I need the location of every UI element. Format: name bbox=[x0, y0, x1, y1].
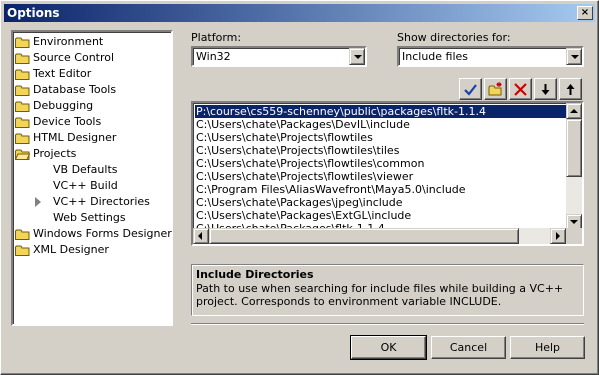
scroll-left-button[interactable] bbox=[193, 228, 209, 244]
scroll-corner bbox=[566, 228, 582, 244]
directory-row[interactable]: C:\Program Files\AliasWavefront\Maya5.0\… bbox=[195, 183, 466, 196]
separator bbox=[191, 323, 584, 325]
show-directories-value: Include files bbox=[402, 50, 469, 63]
platform-select[interactable]: Win32 bbox=[191, 46, 367, 67]
tree-item-label: Debugging bbox=[33, 99, 94, 112]
tree-item-label: Device Tools bbox=[33, 115, 102, 128]
tree-item-label: VC++ Build bbox=[53, 179, 118, 192]
directory-row[interactable]: C:\Users\chate\Packages\jpeg\include bbox=[195, 196, 403, 209]
tree-item[interactable]: Environment bbox=[13, 34, 171, 50]
tree-item-label: Database Tools bbox=[33, 83, 117, 96]
delete-button[interactable] bbox=[509, 78, 532, 100]
move-up-icon bbox=[566, 84, 575, 95]
show-directories-label: Show directories for: bbox=[397, 31, 511, 44]
tree-item[interactable]: Device Tools bbox=[13, 114, 171, 130]
folder-icon bbox=[15, 101, 30, 112]
cancel-button[interactable]: Cancel bbox=[431, 336, 506, 359]
scroll-thumb[interactable] bbox=[566, 119, 582, 177]
new-folder-icon bbox=[488, 82, 502, 96]
tree-item-label: Text Editor bbox=[33, 67, 92, 80]
new-line-button[interactable] bbox=[484, 78, 507, 100]
directory-row[interactable]: C:\Users\chate\Projects\flowtiles\viewer bbox=[195, 170, 413, 183]
tree-item[interactable]: Projects bbox=[13, 146, 171, 162]
delete-icon bbox=[514, 83, 527, 96]
tree-item-label: Source Control bbox=[33, 51, 115, 64]
help-button[interactable]: Help bbox=[510, 336, 585, 359]
current-page-arrow-icon bbox=[35, 197, 41, 207]
tree-item[interactable]: Web Settings bbox=[13, 210, 171, 226]
scroll-up-button[interactable] bbox=[566, 103, 582, 119]
tree-item-label: Windows Forms Designer bbox=[33, 227, 172, 240]
description-panel: Include Directories Path to use when sea… bbox=[191, 264, 584, 316]
tree-item-label: VB Defaults bbox=[53, 163, 118, 176]
check-button[interactable] bbox=[459, 78, 482, 100]
tree-item-label: HTML Designer bbox=[33, 131, 117, 144]
options-dialog: Options × Environment Source Control Text … bbox=[0, 0, 599, 375]
close-icon: × bbox=[580, 7, 590, 18]
open-folder-icon bbox=[15, 149, 30, 160]
tree-item-label: VC++ Directories bbox=[53, 195, 150, 208]
tree-item-label: XML Designer bbox=[33, 243, 109, 256]
tree-item[interactable]: Text Editor bbox=[13, 66, 171, 82]
tree-item[interactable]: Database Tools bbox=[13, 82, 171, 98]
window-title: Options bbox=[7, 6, 60, 20]
horizontal-scrollbar[interactable] bbox=[193, 228, 566, 244]
directory-row[interactable]: C:\Users\chate\Projects\flowtiles bbox=[195, 131, 373, 144]
vertical-scrollbar[interactable] bbox=[566, 103, 582, 230]
directory-row[interactable]: C:\Users\chate\Packages\DevIL\include bbox=[195, 118, 410, 131]
folder-icon bbox=[15, 245, 30, 256]
folder-icon bbox=[15, 53, 30, 64]
tree-item[interactable]: XML Designer bbox=[13, 242, 171, 258]
tree-item-label: Projects bbox=[33, 147, 77, 160]
move-up-button[interactable] bbox=[559, 78, 582, 100]
scroll-right-button[interactable] bbox=[550, 228, 566, 244]
tree-item[interactable]: Source Control bbox=[13, 50, 171, 66]
close-button[interactable]: × bbox=[577, 6, 593, 20]
directory-row[interactable]: C:\Users\chate\Packages\ExtGL\include bbox=[195, 209, 411, 222]
move-down-icon bbox=[541, 84, 550, 95]
ok-button[interactable]: OK bbox=[350, 335, 427, 360]
show-directories-select[interactable]: Include files bbox=[397, 46, 584, 67]
folder-icon bbox=[15, 133, 30, 144]
folder-icon bbox=[15, 229, 30, 240]
directory-list[interactable]: P:\course\cs559-schenney\public\packages… bbox=[191, 101, 584, 246]
folder-icon bbox=[15, 85, 30, 96]
tree-item[interactable]: Debugging bbox=[13, 98, 171, 114]
description-body: Path to use when searching for include f… bbox=[196, 282, 564, 308]
folder-icon bbox=[15, 69, 30, 80]
tree-item[interactable]: HTML Designer bbox=[13, 130, 171, 146]
chevron-down-icon[interactable] bbox=[349, 48, 365, 65]
title-bar: Options × bbox=[4, 4, 595, 22]
directory-row[interactable]: C:\Users\chate\Projects\flowtiles\tiles bbox=[195, 144, 399, 157]
tree-item[interactable]: VC++ Build bbox=[13, 178, 171, 194]
folder-icon bbox=[15, 117, 30, 128]
directory-row[interactable]: C:\Users\chate\Projects\flowtiles\common bbox=[195, 157, 424, 170]
move-down-button[interactable] bbox=[534, 78, 557, 100]
platform-label: Platform: bbox=[191, 31, 242, 44]
scroll-thumb-horizontal[interactable] bbox=[209, 228, 519, 244]
chevron-down-icon[interactable] bbox=[566, 48, 582, 65]
description-title: Include Directories bbox=[196, 268, 314, 281]
tree-item[interactable]: Windows Forms Designer bbox=[13, 226, 172, 242]
check-icon bbox=[464, 84, 477, 96]
folder-icon bbox=[15, 37, 30, 48]
tree-item[interactable]: VC++ Directories bbox=[13, 194, 171, 210]
category-tree[interactable]: Environment Source Control Text Editor Data… bbox=[11, 30, 173, 326]
platform-value: Win32 bbox=[196, 50, 231, 63]
directory-row-selected[interactable]: P:\course\cs559-schenney\public\packages… bbox=[195, 105, 568, 118]
tree-item[interactable]: VB Defaults bbox=[13, 162, 171, 178]
tree-item-label: Environment bbox=[33, 35, 104, 48]
tree-item-label: Web Settings bbox=[53, 211, 126, 224]
